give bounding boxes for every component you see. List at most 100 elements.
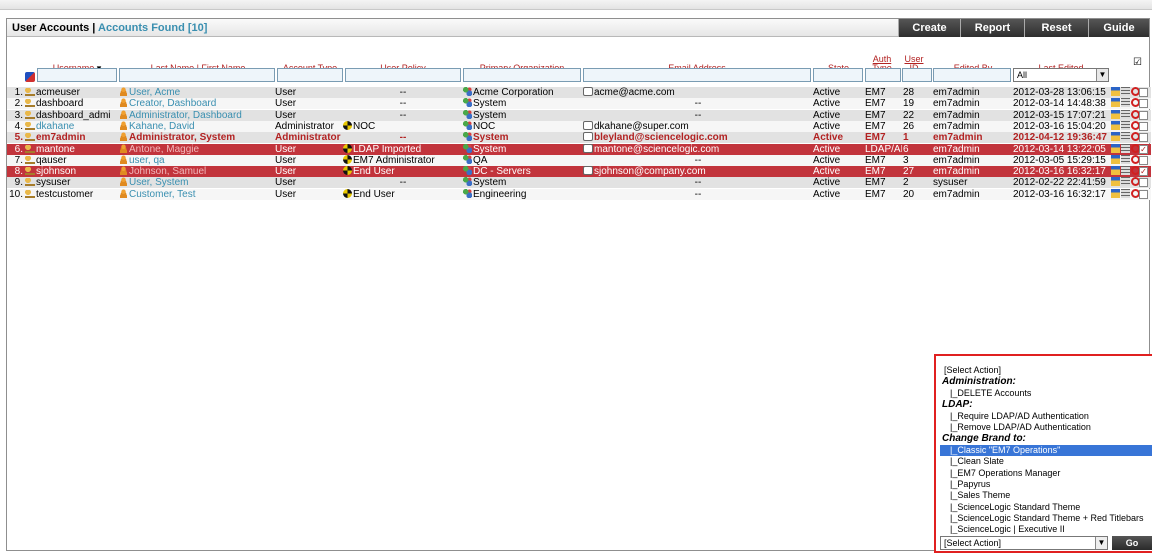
select-all-checkbox[interactable]: ☑ <box>1133 57 1142 68</box>
edit-icon[interactable] <box>1111 188 1120 198</box>
cell-username[interactable]: dashboard <box>25 98 117 109</box>
edit-icon[interactable] <box>1111 166 1120 176</box>
table-row[interactable]: 7. qauser user, qa User EM7 Administrator QA -… <box>7 154 1151 166</box>
delete-icon[interactable] <box>1131 98 1139 108</box>
row-checkbox[interactable] <box>1139 121 1148 131</box>
ldap-icon[interactable] <box>1121 109 1130 119</box>
filter-name[interactable] <box>119 68 275 82</box>
table-row[interactable]: 4. dkahane Kahane, David Administrator NOC NO… <box>7 120 1151 132</box>
ldap-icon[interactable] <box>1121 120 1130 130</box>
filter-user-id[interactable] <box>902 68 932 82</box>
ldap-icon[interactable] <box>1121 98 1130 108</box>
action-listbox[interactable]: [Select Action] Administration: |_DELETE A… <box>940 365 1152 534</box>
table-row[interactable]: 9. sysuser User, System User -- System -- Activ… <box>7 177 1151 189</box>
filter-email[interactable] <box>583 68 811 82</box>
cell-username[interactable]: acmeuser <box>25 87 117 98</box>
table-row[interactable]: 8. sjohnson Johnson, Samuel User End User DC … <box>7 166 1151 178</box>
action-option[interactable]: |_ScienceLogic Standard Theme + Red Titl… <box>940 513 1152 524</box>
row-checkbox[interactable] <box>1139 133 1148 143</box>
ldap-icon[interactable] <box>1121 154 1130 164</box>
action-option[interactable]: |_Papyrus <box>940 479 1152 490</box>
row-checkbox[interactable] <box>1139 99 1148 109</box>
ldap-icon[interactable] <box>1121 87 1130 96</box>
ldap-icon[interactable] <box>1121 143 1130 153</box>
cell-name[interactable]: User, Acme <box>119 87 277 98</box>
action-option[interactable]: |_EM7 Operations Manager <box>940 468 1152 479</box>
filter-username[interactable] <box>37 68 117 82</box>
filter-auth-type[interactable] <box>865 68 901 82</box>
delete-icon[interactable] <box>1131 143 1139 153</box>
filter-last-edited-select[interactable]: All ▼ <box>1013 68 1109 82</box>
cell-name[interactable]: Administrator, System <box>119 132 277 143</box>
delete-icon[interactable] <box>1131 132 1139 142</box>
filter-state[interactable] <box>813 68 863 82</box>
edit-icon[interactable] <box>1111 98 1120 108</box>
cell-name[interactable]: Kahane, David <box>119 120 277 132</box>
action-option[interactable]: |_Clean Slate <box>940 456 1152 467</box>
cell-name[interactable]: user, qa <box>119 154 277 166</box>
action-option[interactable]: |_Classic "EM7 Operations" <box>940 444 1152 457</box>
cell-name[interactable]: Johnson, Samuel <box>119 166 277 177</box>
cell-name[interactable]: Customer, Test <box>119 188 277 200</box>
go-button[interactable]: Go <box>1112 536 1152 550</box>
edit-icon[interactable] <box>1111 143 1120 153</box>
edit-icon[interactable] <box>1111 120 1120 130</box>
cell-username[interactable]: em7admin <box>25 132 117 143</box>
reset-button[interactable]: Reset <box>1024 19 1088 37</box>
delete-icon[interactable] <box>1131 188 1139 198</box>
action-option[interactable]: |_ScienceLogic Standard Theme <box>940 502 1152 513</box>
ldap-icon[interactable] <box>1121 177 1130 187</box>
delete-icon[interactable] <box>1131 87 1139 96</box>
filter-user-policy[interactable] <box>345 68 461 82</box>
cell-username[interactable]: mantone <box>25 144 117 155</box>
table-row[interactable]: 10. testcustomer Customer, Test User End Use… <box>7 188 1151 200</box>
action-option[interactable]: |_ScienceLogic | Executive II <box>940 524 1152 534</box>
cell-username[interactable]: qauser <box>25 155 117 166</box>
action-option[interactable]: |_Require LDAP/AD Authentication <box>940 411 1152 422</box>
cell-name[interactable]: User, System <box>119 177 277 188</box>
table-row[interactable]: 5. em7admin Administrator, System Administr… <box>7 132 1151 144</box>
edit-icon[interactable] <box>1111 177 1120 187</box>
filter-account-type[interactable] <box>277 68 343 82</box>
edit-icon[interactable] <box>1111 87 1120 96</box>
cell-username[interactable]: testcustomer <box>25 189 117 200</box>
delete-icon[interactable] <box>1131 109 1139 119</box>
cell-username[interactable]: dashboard_admi <box>25 110 117 121</box>
edit-icon[interactable] <box>1111 132 1120 142</box>
row-checkbox[interactable] <box>1139 155 1148 165</box>
cell-username[interactable]: sjohnson <box>25 166 117 177</box>
action-option[interactable]: |_DELETE Accounts <box>940 388 1152 399</box>
row-checkbox[interactable] <box>1139 178 1148 188</box>
table-row[interactable]: 3. dashboard_admi Administrator, Dashboard… <box>7 109 1151 121</box>
ldap-icon[interactable] <box>1121 132 1130 142</box>
create-button[interactable]: Create <box>898 19 960 37</box>
filter-edited-by[interactable] <box>933 68 1011 82</box>
row-checkbox[interactable]: ✓ <box>1139 167 1148 177</box>
row-checkbox[interactable] <box>1139 189 1148 199</box>
filter-primary-org[interactable] <box>463 68 581 82</box>
cell-name[interactable]: Administrator, Dashboard <box>119 109 277 121</box>
cell-name[interactable]: Antone, Maggie <box>119 143 277 155</box>
row-checkbox[interactable] <box>1139 88 1148 97</box>
ldap-icon[interactable] <box>1121 166 1130 176</box>
action-option[interactable]: |_Remove LDAP/AD Authentication <box>940 422 1152 433</box>
action-option[interactable]: [Select Action] <box>940 365 1152 376</box>
action-select[interactable]: [Select Action] ▼ <box>940 536 1108 550</box>
delete-icon[interactable] <box>1131 166 1139 176</box>
cell-username[interactable]: sysuser <box>25 177 117 188</box>
report-button[interactable]: Report <box>960 19 1024 37</box>
cell-name[interactable]: Creator, Dashboard <box>119 98 277 109</box>
delete-icon[interactable] <box>1131 120 1139 130</box>
row-checkbox[interactable]: ✓ <box>1139 144 1148 154</box>
delete-icon[interactable] <box>1131 177 1139 187</box>
row-checkbox[interactable] <box>1139 110 1148 120</box>
edit-icon[interactable] <box>1111 109 1120 119</box>
table-row[interactable]: 2. dashboard Creator, Dashboard User -- Syste… <box>7 98 1151 110</box>
delete-icon[interactable] <box>1131 154 1139 164</box>
action-option[interactable]: |_Sales Theme <box>940 490 1152 501</box>
guide-button[interactable]: Guide <box>1088 19 1149 37</box>
ldap-icon[interactable] <box>1121 188 1130 198</box>
edit-icon[interactable] <box>1111 154 1120 164</box>
table-row[interactable]: 6. mantone Antone, Maggie User LDAP Imported… <box>7 143 1151 155</box>
table-row[interactable]: 1. acmeuser User, Acme User -- Acme Corporati… <box>7 87 1151 98</box>
